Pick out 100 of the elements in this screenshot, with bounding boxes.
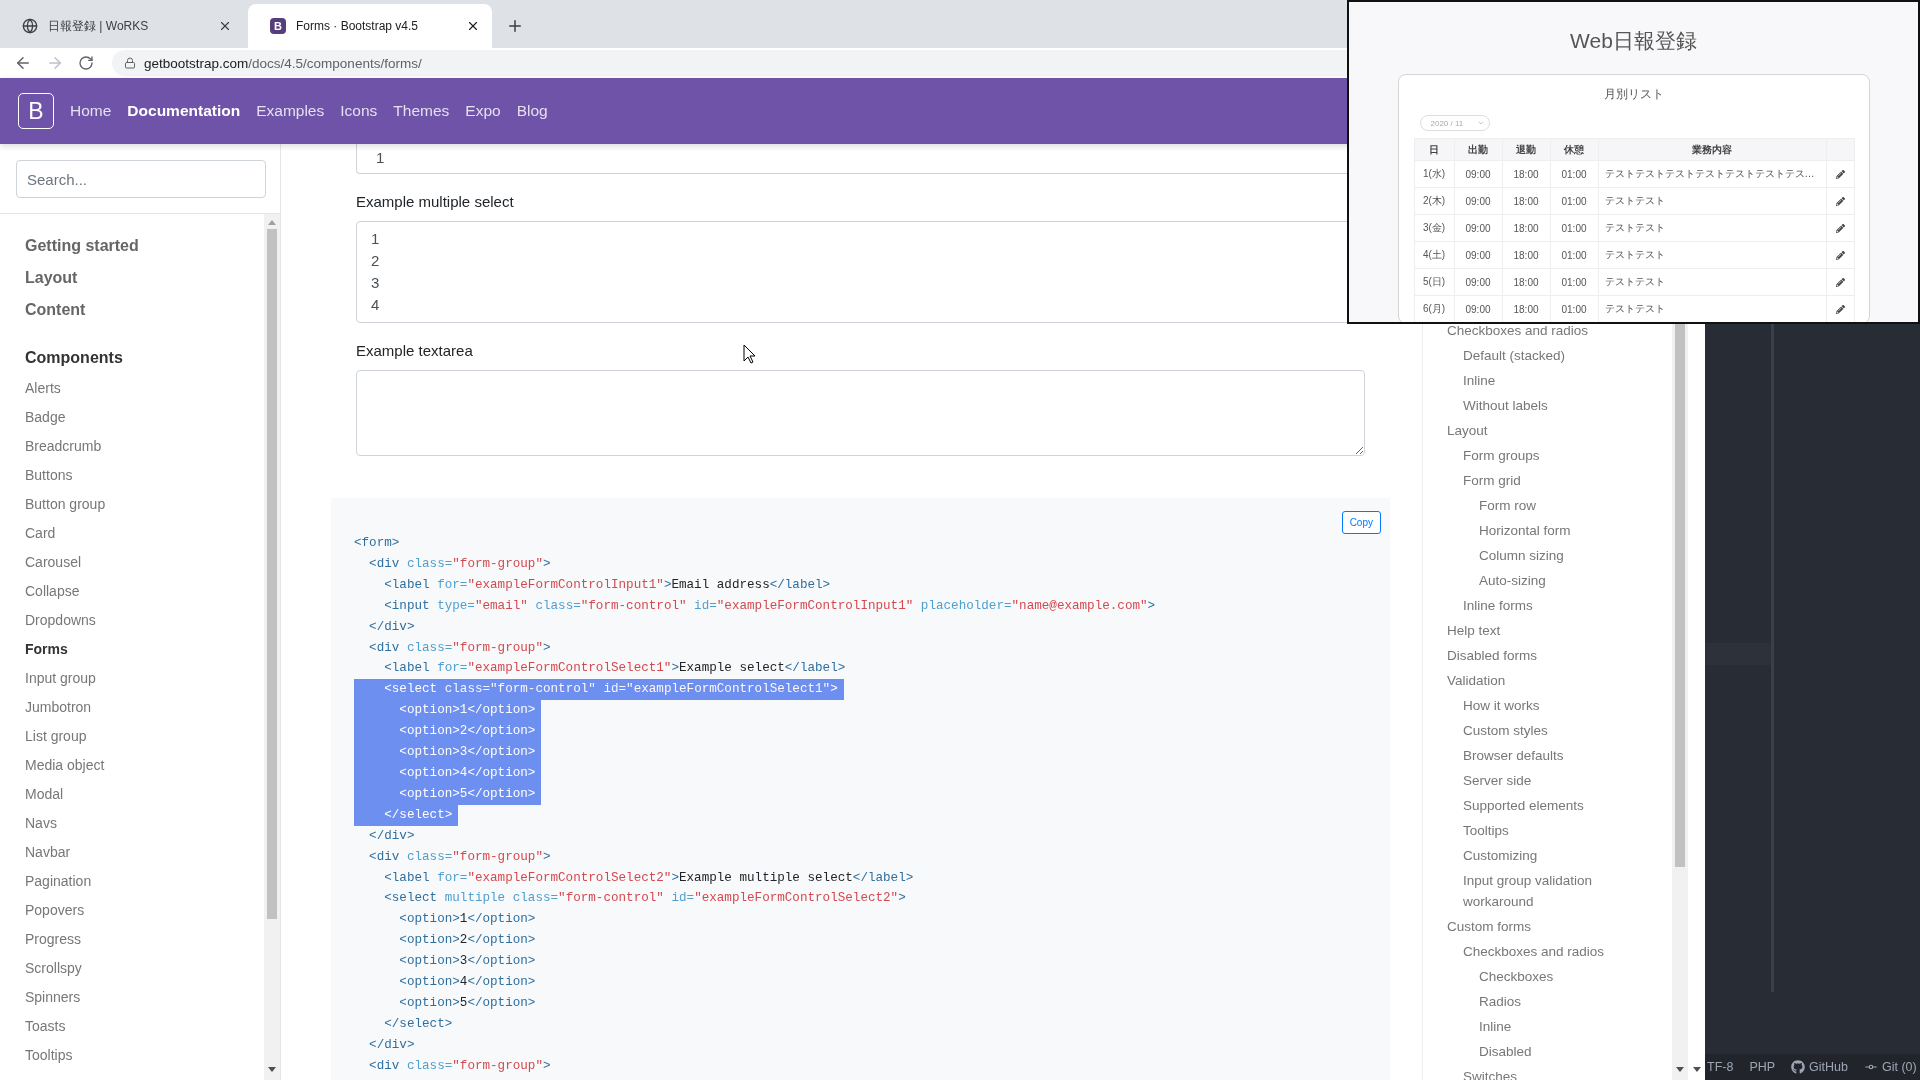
pencil-icon[interactable] [1835,251,1845,260]
toc-link[interactable]: Form grid [1463,468,1521,493]
toc-link[interactable]: Inline forms [1463,593,1533,618]
nav-link[interactable]: Home [62,102,120,120]
toc-link[interactable]: Layout [1447,418,1488,443]
toc-link[interactable]: Validation [1447,668,1506,693]
sidebar-item[interactable]: Tooltips [25,1041,73,1070]
sidebar-item[interactable]: Input group [25,664,96,693]
nav-link[interactable]: Icons [332,102,386,120]
table-cell: 01:00 [1550,160,1598,188]
sidebar-item[interactable]: Dropdowns [25,606,96,635]
sidebar-item[interactable]: Toasts [25,1012,66,1041]
toc-link[interactable]: Checkboxes [1479,964,1554,989]
toc-link[interactable]: Input group validation workaround [1463,868,1619,914]
table-cell: テストテスト [1598,268,1826,296]
scrollbar-thumb[interactable] [267,229,277,919]
table-cell: 09:00 [1454,187,1502,215]
toc-link[interactable]: Horizontal form [1479,518,1571,543]
pencil-icon[interactable] [1835,278,1845,287]
toc-link[interactable]: Column sizing [1479,543,1564,568]
sidebar-section-link[interactable]: Getting started [25,230,139,262]
sidebar-section-link[interactable]: Layout [25,262,78,294]
sidebar-item[interactable]: Jumbotron [25,693,92,722]
status-item[interactable]: GitHub [1791,1060,1848,1074]
sidebar-section-link[interactable]: Components [25,342,123,374]
sidebar-item[interactable]: Breadcrumb [25,432,102,461]
status-item[interactable]: TF-8 [1707,1060,1734,1074]
card-title: 月別リスト [1603,86,1664,103]
nav-link[interactable]: Blog [508,102,556,120]
toc-link[interactable]: Browser defaults [1463,743,1564,768]
reload-icon[interactable] [78,55,94,71]
sidebar-section-link[interactable]: Content [25,294,86,326]
toc-link[interactable]: Help text [1447,618,1501,643]
scroll-down-icon[interactable] [268,1067,276,1072]
code-line: </div> [368,618,415,636]
pencil-icon[interactable] [1835,224,1845,233]
column-header: 日 [1414,138,1454,161]
sidebar-item[interactable]: Navs [25,809,57,838]
sidebar-item[interactable]: Spinners [25,983,81,1012]
table-cell: 01:00 [1550,214,1598,242]
toc-link[interactable]: Server side [1463,768,1532,793]
status-item[interactable]: Git (0) [1864,1060,1917,1074]
nav-link[interactable]: Examples [248,102,333,120]
browser-tab[interactable]: 日報登録 | WoRKS [0,4,244,48]
sidebar-item[interactable]: Alerts [25,374,61,403]
sidebar-item[interactable]: Carousel [25,548,82,577]
sidebar-item[interactable]: Badge [25,403,66,432]
toc-link[interactable]: Tooltips [1463,818,1509,843]
table-cell: 18:00 [1502,160,1550,188]
toc-link[interactable]: Auto-sizing [1479,568,1546,593]
table-cell: 2(木) [1414,187,1454,215]
browser-tab[interactable]: B Forms · Bootstrap v4.5 [248,4,492,48]
toc-link[interactable]: Disabled forms [1447,643,1538,668]
copy-button[interactable]: Copy [1341,511,1381,534]
textarea-field[interactable] [356,370,1365,456]
sidebar-item[interactable]: Navbar [25,838,71,867]
sidebar-item[interactable]: Modal [25,780,64,809]
toc-link[interactable]: Custom styles [1463,718,1548,743]
nav-link[interactable]: Themes [385,102,458,120]
sidebar-item[interactable]: Card [25,519,56,548]
sidebar-item[interactable]: Popovers [25,896,85,925]
toc-link[interactable]: Customizing [1463,843,1538,868]
close-icon[interactable] [218,19,232,33]
toc-link[interactable]: Supported elements [1463,793,1584,818]
toc-link[interactable]: Inline [1479,1014,1512,1039]
sidebar-item[interactable]: Button group [25,490,106,519]
toc-link[interactable]: Default (stacked) [1463,343,1566,368]
toc-link[interactable]: Form row [1479,493,1536,518]
nav-link[interactable]: Documentation [119,102,249,120]
toc-link[interactable]: Checkboxes and radios [1463,939,1605,964]
toc-link[interactable]: Disabled [1479,1039,1532,1064]
search-field[interactable]: Search... [16,160,266,198]
toc-link[interactable]: Without labels [1463,393,1548,418]
code-line: <option>1</option> [398,911,536,929]
new-tab-icon[interactable] [506,17,524,35]
sidebar-item[interactable]: Pagination [25,867,92,896]
sidebar-item[interactable]: Buttons [25,461,73,490]
sidebar-item[interactable]: Progress [25,925,82,954]
code-line: <input type="email" class="form-control" id="exampleFormControlInput1" placeholder="name@example.com"> [383,597,1156,615]
pencil-icon[interactable] [1835,197,1845,206]
code-line: <option>2</option> [398,932,536,950]
pencil-icon[interactable] [1835,170,1845,179]
sidebar-item[interactable]: Scrollspy [25,954,82,983]
back-icon[interactable] [14,54,32,72]
toc-link[interactable]: Radios [1479,989,1522,1014]
toc-link[interactable]: How it works [1463,693,1540,718]
toc-link[interactable]: Inline [1463,368,1496,393]
nav-link[interactable]: Expo [457,102,509,120]
sidebar-item[interactable]: Media object [25,751,105,780]
toc-link[interactable]: Form groups [1463,443,1540,468]
code-line: <label for="exampleFormControlInput1">Email address</label> [383,576,831,594]
sidebar-item[interactable]: Collapse [25,577,80,606]
github-icon [1791,1060,1806,1074]
sidebar-item[interactable]: Forms [25,635,68,664]
toc-link[interactable]: Custom forms [1447,914,1531,939]
sidebar-item[interactable]: List group [25,722,87,751]
status-item[interactable]: PHP [1749,1060,1776,1074]
pencil-icon[interactable] [1835,305,1845,314]
close-icon[interactable] [466,19,480,33]
brand-logo[interactable]: B [18,93,54,129]
